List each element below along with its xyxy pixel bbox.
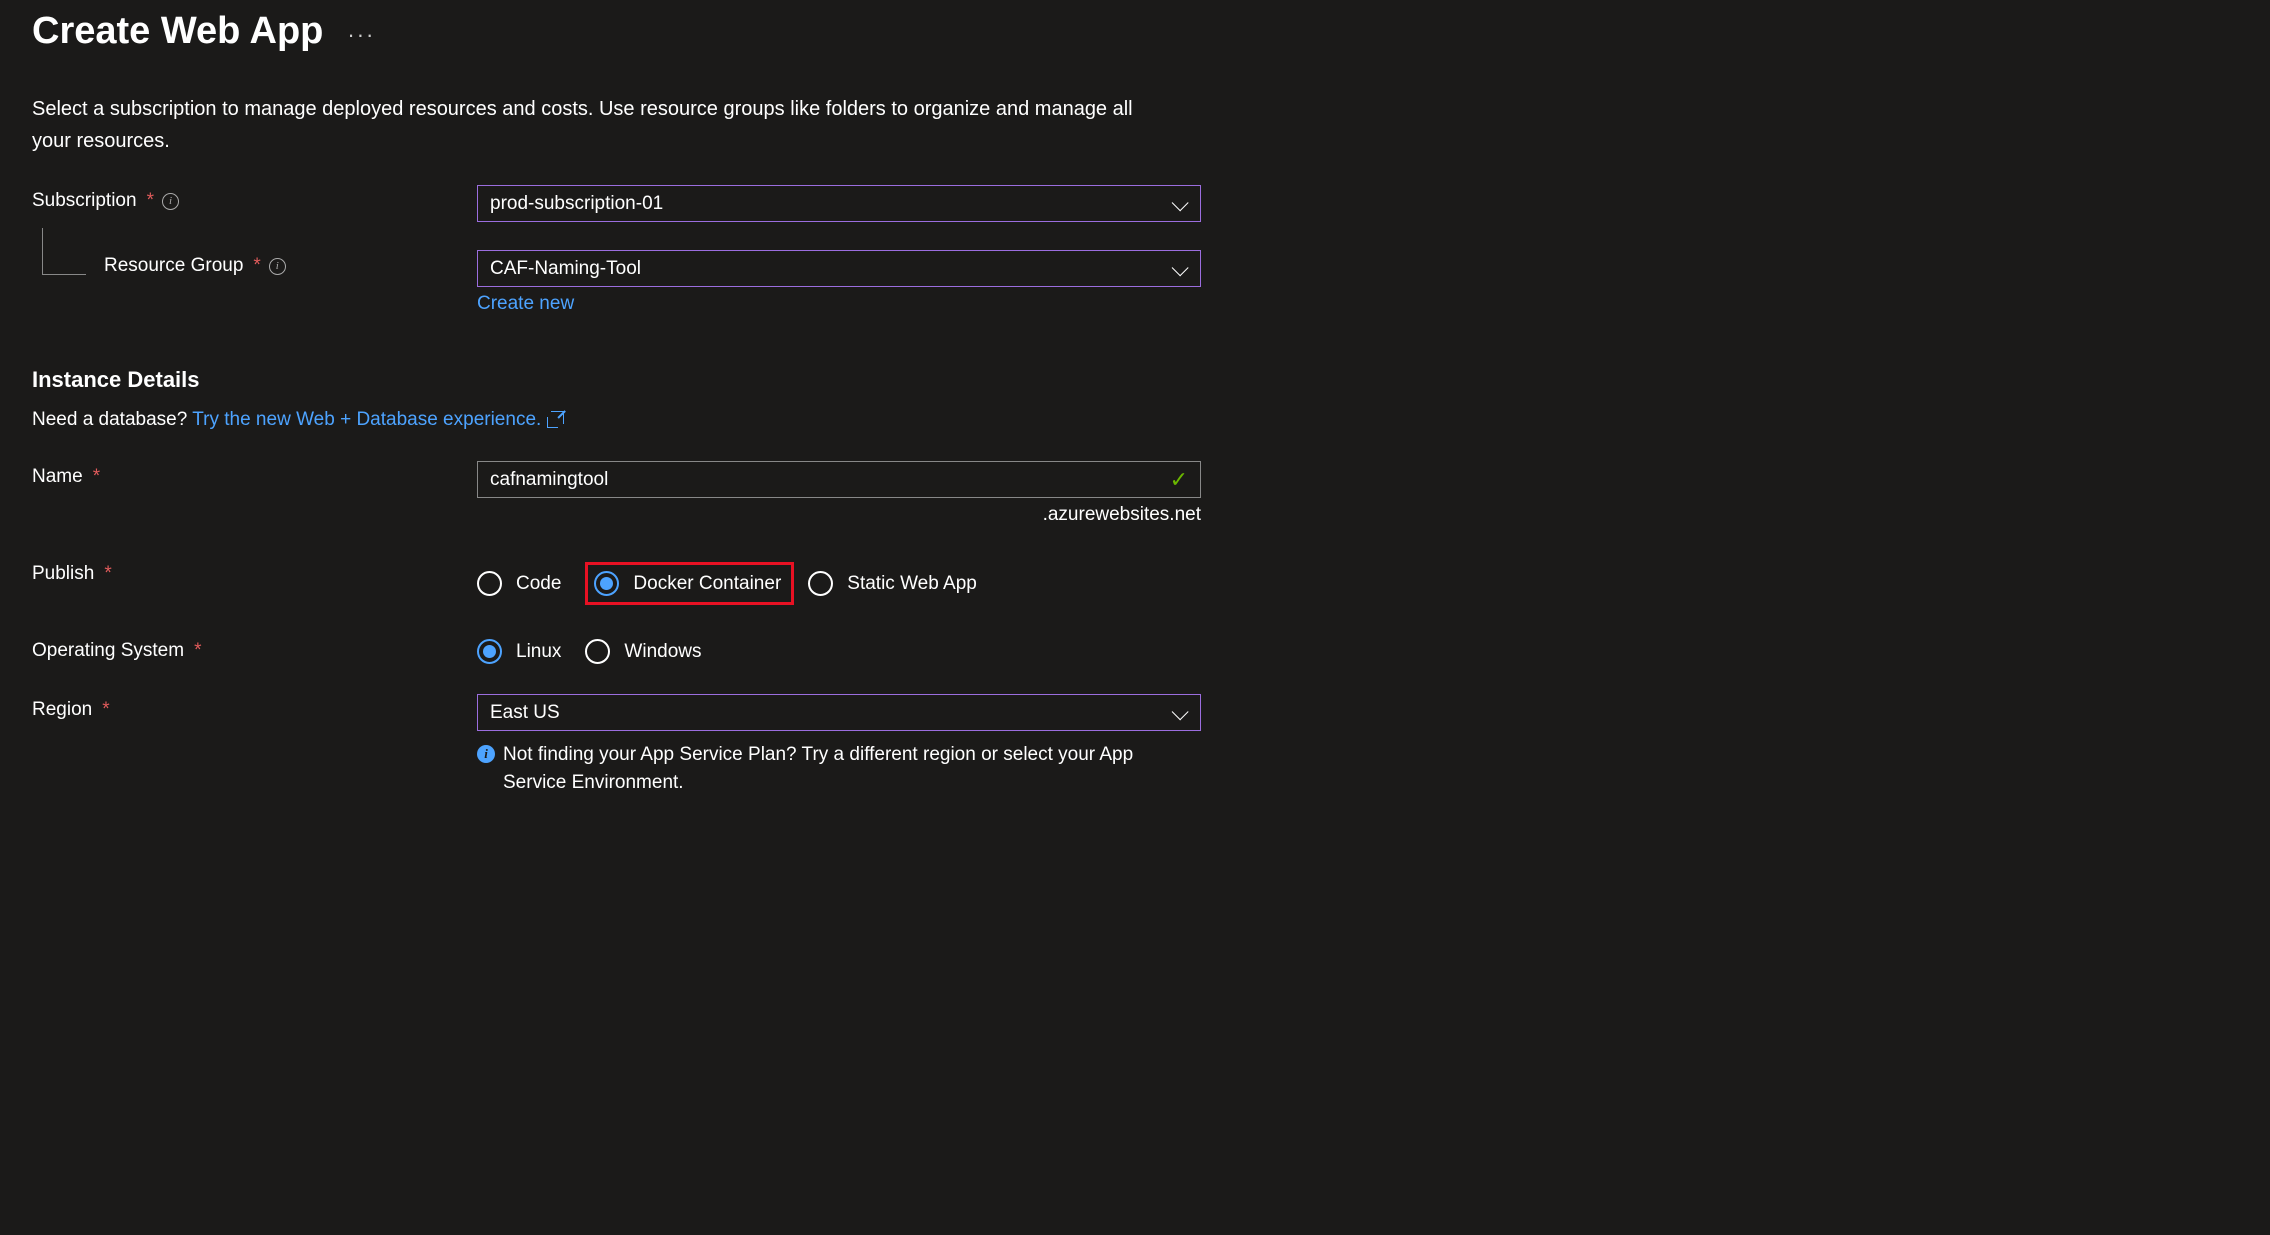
required-asterisk: * (147, 190, 154, 212)
info-icon[interactable]: i (162, 193, 179, 210)
subscription-select[interactable]: prod-subscription-01 (477, 185, 1201, 222)
publish-radio-static[interactable] (808, 571, 833, 596)
name-input[interactable]: cafnamingtool ✓ (477, 461, 1201, 498)
chevron-down-icon (1172, 264, 1188, 274)
region-value: East US (490, 702, 560, 724)
info-icon[interactable]: i (269, 258, 286, 275)
region-select[interactable]: East US (477, 694, 1201, 731)
required-asterisk: * (93, 466, 100, 488)
name-label: Name (32, 466, 83, 488)
publish-label: Publish (32, 563, 94, 585)
os-option-windows: Windows (624, 641, 701, 663)
region-hint-text: Not finding your App Service Plan? Try a… (503, 741, 1201, 796)
publish-option-static: Static Web App (847, 573, 977, 595)
required-asterisk: * (253, 255, 260, 277)
db-experience-link-text: Try the new Web + Database experience. (192, 409, 541, 430)
name-suffix: .azurewebsites.net (477, 504, 1201, 526)
required-asterisk: * (102, 699, 109, 721)
db-prompt-text: Need a database? (32, 409, 187, 430)
publish-option-code: Code (516, 573, 561, 595)
intro-text: Select a subscription to manage deployed… (32, 93, 1142, 157)
highlight-docker: Docker Container (585, 562, 794, 605)
more-icon[interactable]: ··· (347, 16, 375, 48)
subscription-value: prod-subscription-01 (490, 193, 663, 215)
resource-group-select[interactable]: CAF-Naming-Tool (477, 250, 1201, 287)
check-icon: ✓ (1170, 467, 1188, 493)
external-link-icon (551, 411, 564, 424)
tree-connector (32, 250, 104, 288)
publish-option-docker: Docker Container (633, 573, 781, 595)
db-experience-link[interactable]: Try the new Web + Database experience. (192, 409, 563, 430)
os-option-linux: Linux (516, 641, 561, 663)
instance-details-heading: Instance Details (32, 367, 1468, 393)
os-radio-windows[interactable] (585, 639, 610, 664)
page-title: Create Web App (32, 10, 323, 53)
resource-group-label: Resource Group (104, 255, 243, 277)
chevron-down-icon (1172, 708, 1188, 718)
os-radio-linux[interactable] (477, 639, 502, 664)
required-asterisk: * (104, 563, 111, 585)
info-hint-icon: i (477, 745, 495, 763)
region-label: Region (32, 699, 92, 721)
chevron-down-icon (1172, 199, 1188, 209)
subscription-label: Subscription (32, 190, 137, 212)
os-label: Operating System (32, 640, 184, 662)
create-new-link[interactable]: Create new (477, 293, 574, 314)
name-value: cafnamingtool (490, 469, 608, 491)
publish-radio-code[interactable] (477, 571, 502, 596)
resource-group-value: CAF-Naming-Tool (490, 258, 641, 280)
required-asterisk: * (194, 640, 201, 662)
publish-radio-docker[interactable] (594, 571, 619, 596)
